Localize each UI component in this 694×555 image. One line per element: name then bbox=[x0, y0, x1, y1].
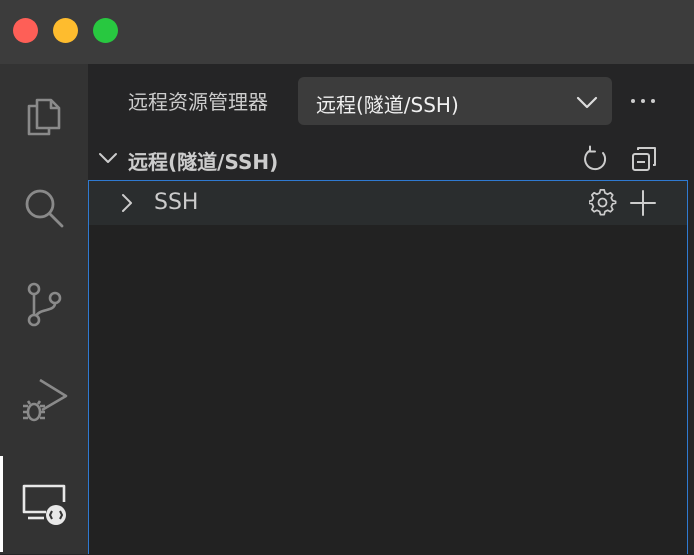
activity-remote-explorer[interactable] bbox=[0, 456, 88, 552]
tree-row-ssh[interactable]: SSH bbox=[89, 181, 687, 225]
collapse-all-icon[interactable] bbox=[630, 145, 658, 173]
chevron-down-icon bbox=[576, 96, 598, 109]
remote-explorer-icon bbox=[22, 484, 66, 525]
maximize-window-button[interactable] bbox=[93, 18, 118, 43]
gear-icon[interactable] bbox=[589, 189, 617, 217]
activity-run-debug[interactable] bbox=[0, 352, 88, 448]
section-header[interactable]: 远程(隧道/SSH) bbox=[88, 136, 694, 180]
activity-explorer[interactable] bbox=[0, 64, 88, 160]
close-window-button[interactable] bbox=[13, 18, 38, 43]
active-indicator bbox=[0, 456, 3, 552]
ellipsis-icon[interactable] bbox=[628, 86, 658, 116]
title-bar bbox=[0, 0, 694, 64]
remote-explorer-sidebar: 远程资源管理器 远程(隧道/SSH) 远程(隧道/SSH) SSH bbox=[88, 64, 694, 555]
remote-tree: SSH bbox=[88, 180, 688, 555]
activity-source-control[interactable] bbox=[0, 256, 88, 352]
sidebar-header: 远程资源管理器 远程(隧道/SSH) bbox=[88, 64, 694, 136]
run-debug-icon bbox=[23, 378, 68, 422]
section-title: 远程(隧道/SSH) bbox=[128, 150, 279, 174]
activity-bar bbox=[0, 64, 88, 554]
tree-row-label: SSH bbox=[154, 190, 199, 215]
search-icon bbox=[25, 189, 64, 228]
add-icon[interactable] bbox=[629, 189, 657, 217]
files-icon bbox=[27, 98, 61, 136]
tree-empty-area bbox=[89, 225, 687, 555]
chevron-down-icon bbox=[99, 153, 117, 163]
remote-type-select[interactable]: 远程(隧道/SSH) bbox=[298, 77, 612, 125]
source-control-icon bbox=[27, 282, 62, 327]
remote-type-select-value: 远程(隧道/SSH) bbox=[316, 93, 459, 117]
chevron-right-icon bbox=[122, 194, 132, 212]
refresh-icon[interactable] bbox=[581, 145, 609, 173]
sidebar-title: 远程资源管理器 bbox=[128, 90, 268, 114]
minimize-window-button[interactable] bbox=[53, 18, 78, 43]
activity-search[interactable] bbox=[0, 160, 88, 256]
